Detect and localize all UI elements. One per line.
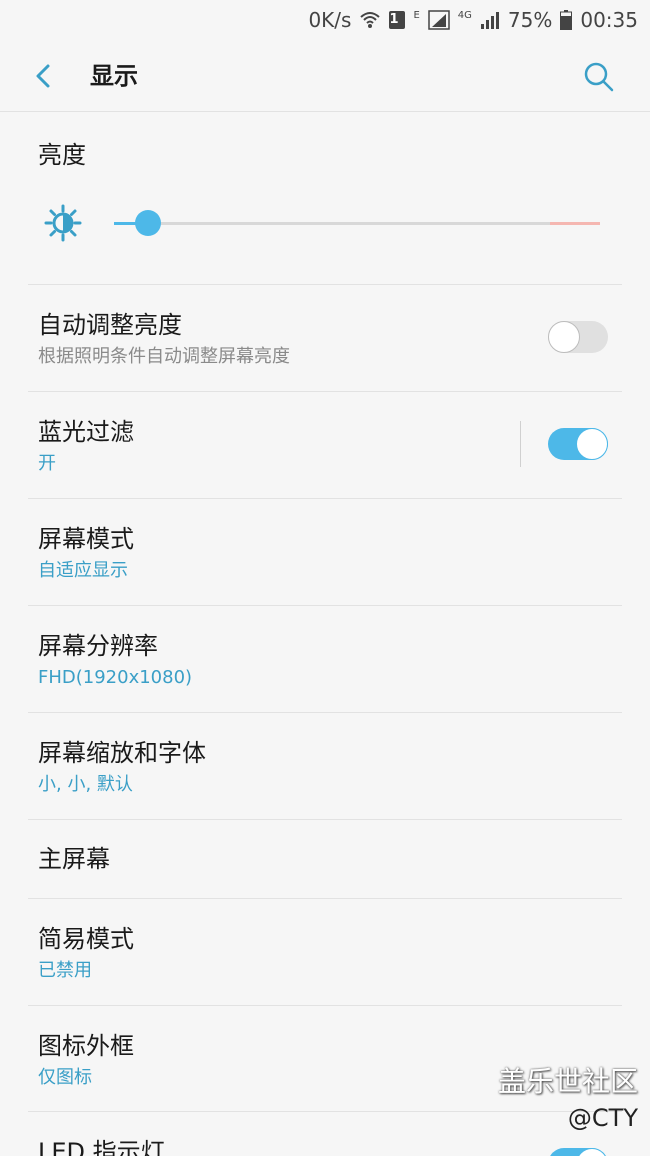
divider — [28, 605, 622, 606]
divider — [28, 712, 622, 713]
setting-title: 屏幕模式 — [38, 525, 134, 553]
page-title: 显示 — [90, 62, 138, 90]
led-indicator-toggle[interactable] — [548, 1148, 608, 1156]
vertical-separator — [520, 421, 521, 467]
net-speed: 0K/s — [308, 8, 352, 32]
brightness-section: 亮度 — [0, 112, 650, 284]
watermark-brand: 盖乐世社区 — [497, 1065, 638, 1098]
community-watermark: 盖乐世社区 @CTY — [498, 1064, 638, 1136]
search-icon — [584, 62, 614, 92]
divider — [28, 391, 622, 392]
setting-screen-resolution[interactable]: 屏幕分辨率 FHD(1920x1080) — [0, 605, 650, 712]
chevron-left-icon — [36, 64, 50, 88]
setting-subtitle: 自适应显示 — [38, 560, 128, 581]
display-settings-screen: 0K/s 1 E 4G 75% 00:35 显示 亮度 自动调整亮度 根据照明条… — [0, 0, 650, 1156]
setting-subtitle: 开 — [38, 453, 56, 474]
divider — [28, 498, 622, 499]
blue-light-filter-toggle[interactable] — [548, 428, 608, 460]
network-type-e: E — [413, 9, 420, 21]
brightness-sun-icon — [44, 204, 82, 242]
back-button[interactable] — [28, 60, 60, 92]
divider — [28, 819, 622, 820]
settings-list: 自动调整亮度 根据照明条件自动调整屏幕亮度 蓝光过滤 开 屏幕模式 自适应显示 … — [0, 284, 650, 1156]
setting-title: 简易模式 — [38, 925, 134, 953]
wifi-icon — [359, 10, 381, 30]
setting-subtitle: 仅图标 — [38, 1067, 92, 1088]
setting-title: 屏幕缩放和字体 — [38, 739, 206, 767]
setting-easy-mode[interactable]: 简易模式 已禁用 — [0, 898, 650, 1005]
toggle-knob — [576, 428, 608, 460]
setting-title: 主屏幕 — [38, 845, 110, 873]
search-button[interactable] — [582, 60, 616, 94]
toggle-knob — [576, 1148, 608, 1156]
setting-subtitle: 已禁用 — [38, 960, 92, 981]
setting-screen-mode[interactable]: 屏幕模式 自适应显示 — [0, 498, 650, 605]
toggle-knob — [548, 321, 580, 353]
setting-auto-brightness[interactable]: 自动调整亮度 根据照明条件自动调整屏幕亮度 — [0, 284, 650, 391]
divider — [28, 284, 622, 285]
setting-blue-light-filter[interactable]: 蓝光过滤 开 — [0, 391, 650, 498]
network-type-4g: 4G — [457, 9, 472, 21]
watermark-author: @CTY — [567, 1104, 638, 1132]
app-bar: 显示 — [0, 40, 650, 112]
signal-icon-sim1 — [428, 10, 450, 30]
battery-percent: 75% — [507, 8, 553, 32]
setting-subtitle: 根据照明条件自动调整屏幕亮度 — [38, 346, 290, 367]
battery-icon — [560, 10, 573, 30]
setting-title: 屏幕分辨率 — [38, 632, 158, 660]
divider — [28, 898, 622, 899]
setting-title: 蓝光过滤 — [38, 418, 134, 446]
divider — [28, 1005, 622, 1006]
sim-slot-badge: 1 — [389, 11, 406, 29]
setting-subtitle: FHD(1920x1080) — [38, 667, 193, 688]
clock: 00:35 — [580, 8, 638, 32]
auto-brightness-toggle[interactable] — [548, 321, 608, 353]
brightness-label: 亮度 — [38, 141, 86, 169]
signal-icon-sim2 — [480, 10, 500, 30]
status-bar: 0K/s 1 E 4G 75% 00:35 — [0, 0, 650, 40]
setting-screen-zoom-font[interactable]: 屏幕缩放和字体 小, 小, 默认 — [0, 712, 650, 819]
brightness-slider-track[interactable] — [114, 222, 600, 225]
setting-home-screen[interactable]: 主屏幕 — [0, 819, 650, 898]
setting-title: 图标外框 — [38, 1032, 134, 1060]
setting-subtitle: 小, 小, 默认 — [38, 774, 133, 795]
brightness-high-zone — [550, 222, 600, 225]
brightness-slider-thumb[interactable] — [135, 210, 161, 236]
setting-title: LED 指示灯 — [38, 1138, 165, 1156]
setting-title: 自动调整亮度 — [38, 311, 182, 339]
